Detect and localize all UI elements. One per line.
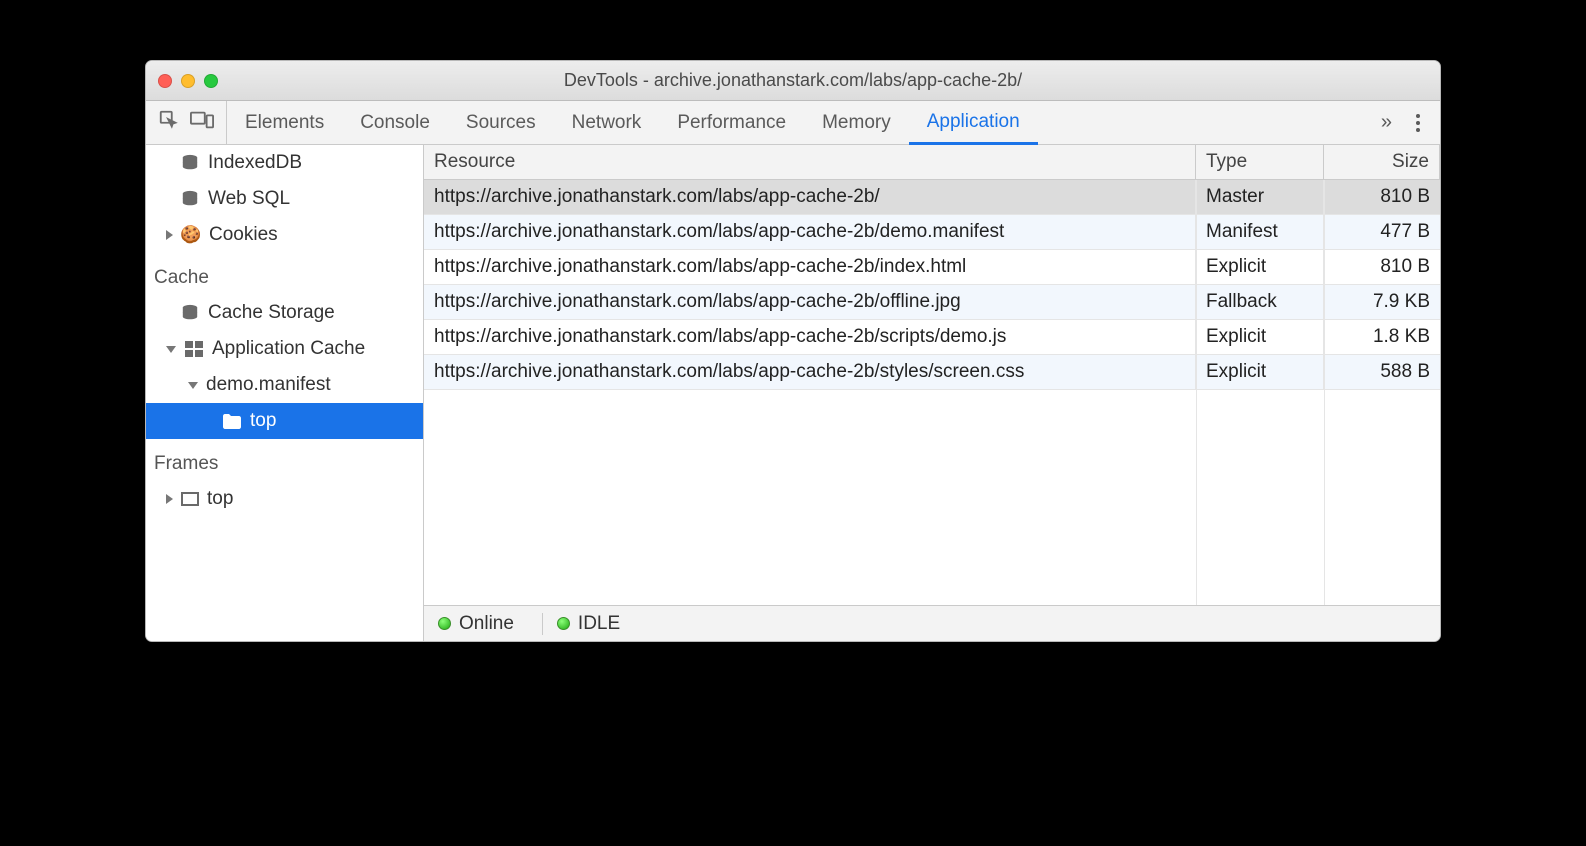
sidebar-item-label: demo.manifest [206, 374, 331, 396]
tab-memory[interactable]: Memory [804, 101, 909, 144]
section-cache: Cache [146, 253, 423, 295]
statusbar: Online IDLE [424, 605, 1440, 641]
tab-elements[interactable]: Elements [227, 101, 342, 144]
zoom-button[interactable] [204, 74, 218, 88]
main-panel: Resource Type Size https://archive.jonat… [424, 145, 1440, 641]
toolbar: ElementsConsoleSourcesNetworkPerformance… [146, 101, 1440, 145]
cell-resource: https://archive.jonathanstark.com/labs/a… [424, 215, 1196, 249]
sidebar: IndexedDB Web SQL 🍪 Cookies Cache Cache … [146, 145, 424, 641]
appcache-icon [184, 340, 204, 358]
sidebar-item-frame-top[interactable]: top [146, 481, 423, 517]
status-dot-icon [438, 617, 451, 630]
traffic-lights [158, 74, 218, 88]
tab-performance[interactable]: Performance [659, 101, 804, 144]
toolbar-right: » [1361, 111, 1440, 134]
status-separator [542, 613, 543, 635]
cell-resource: https://archive.jonathanstark.com/labs/a… [424, 250, 1196, 284]
cell-resource: https://archive.jonathanstark.com/labs/a… [424, 285, 1196, 319]
section-frames: Frames [146, 439, 423, 481]
sidebar-item-label: Cookies [209, 224, 278, 246]
inspect-element-icon[interactable] [158, 109, 180, 137]
col-type[interactable]: Type [1196, 145, 1324, 179]
window-title: DevTools - archive.jonathanstark.com/lab… [146, 70, 1440, 91]
col-size[interactable]: Size [1324, 145, 1440, 179]
cell-resource: https://archive.jonathanstark.com/labs/a… [424, 355, 1196, 389]
col-resource[interactable]: Resource [424, 145, 1196, 179]
tab-network[interactable]: Network [554, 101, 660, 144]
settings-menu-icon[interactable] [1416, 114, 1420, 132]
device-toolbar-icon[interactable] [190, 109, 214, 137]
disclosure-icon[interactable] [166, 346, 176, 353]
sidebar-item-appcache[interactable]: Application Cache [146, 331, 423, 367]
database-icon [180, 304, 200, 322]
cell-resource: https://archive.jonathanstark.com/labs/a… [424, 320, 1196, 354]
minimize-button[interactable] [181, 74, 195, 88]
sidebar-item-websql[interactable]: Web SQL [146, 181, 423, 217]
disclosure-icon[interactable] [166, 494, 173, 504]
cell-resource: https://archive.jonathanstark.com/labs/a… [424, 180, 1196, 214]
sidebar-item-top[interactable]: top [146, 403, 423, 439]
status-label: Online [459, 613, 514, 635]
devtools-window: DevTools - archive.jonathanstark.com/lab… [145, 60, 1441, 642]
tab-sources[interactable]: Sources [448, 101, 554, 144]
panel-tabs: ElementsConsoleSourcesNetworkPerformance… [227, 101, 1361, 144]
titlebar: DevTools - archive.jonathanstark.com/lab… [146, 61, 1440, 101]
sidebar-item-indexeddb[interactable]: IndexedDB [146, 145, 423, 181]
status-idle: IDLE [557, 613, 634, 635]
folder-icon [222, 412, 242, 430]
sidebar-item-cache-storage[interactable]: Cache Storage [146, 295, 423, 331]
sidebar-item-label: Web SQL [208, 188, 290, 210]
sidebar-item-label: Cache Storage [208, 302, 335, 324]
sidebar-item-label: top [207, 488, 233, 510]
tab-application[interactable]: Application [909, 102, 1038, 145]
status-dot-icon [557, 617, 570, 630]
toolbar-left [146, 101, 227, 144]
frame-icon [181, 492, 199, 506]
cookie-icon: 🍪 [181, 226, 201, 244]
table-header: Resource Type Size [424, 145, 1440, 180]
database-icon [180, 190, 200, 208]
table-body: https://archive.jonathanstark.com/labs/a… [424, 180, 1440, 605]
sidebar-item-label: IndexedDB [208, 152, 302, 174]
sidebar-item-cookies[interactable]: 🍪 Cookies [146, 217, 423, 253]
tab-console[interactable]: Console [342, 101, 448, 144]
more-tabs-icon[interactable]: » [1381, 111, 1392, 134]
status-label: IDLE [578, 613, 620, 635]
sidebar-item-label: top [250, 410, 276, 432]
disclosure-icon[interactable] [188, 382, 198, 389]
sidebar-item-label: Application Cache [212, 338, 365, 360]
database-icon [180, 154, 200, 172]
sidebar-item-manifest[interactable]: demo.manifest [146, 367, 423, 403]
status-online: Online [438, 613, 528, 635]
resource-table: Resource Type Size https://archive.jonat… [424, 145, 1440, 605]
disclosure-icon[interactable] [166, 230, 173, 240]
panel-body: IndexedDB Web SQL 🍪 Cookies Cache Cache … [146, 145, 1440, 641]
close-button[interactable] [158, 74, 172, 88]
